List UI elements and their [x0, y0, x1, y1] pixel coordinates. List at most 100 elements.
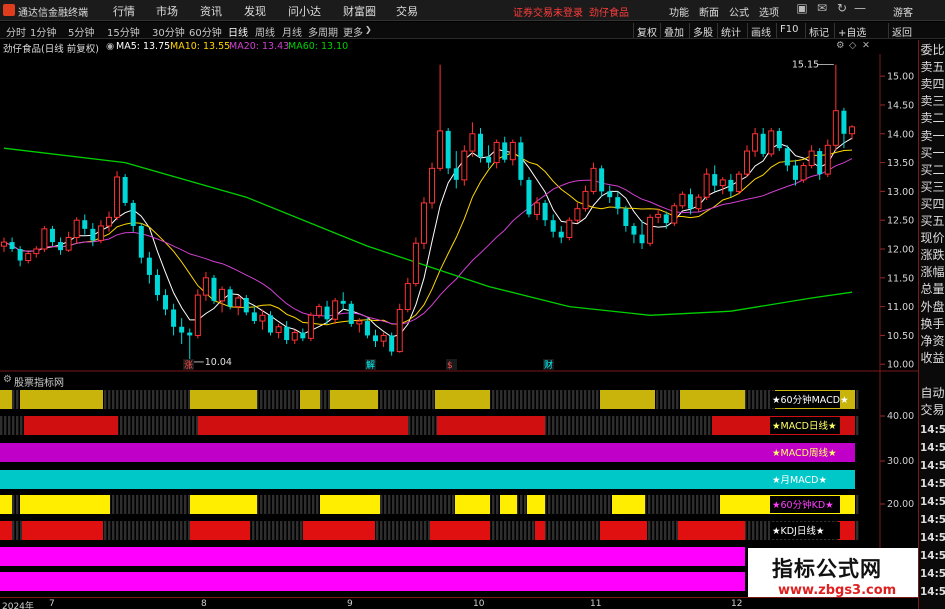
refresh-icon[interactable]: ↻ — [834, 1, 850, 18]
candle[interactable] — [792, 159, 798, 186]
ma-settings-icon[interactable]: ◉ — [106, 41, 114, 52]
menu-wealth[interactable]: 财富圈 — [343, 3, 376, 19]
tab-daily[interactable]: 日线 — [228, 24, 248, 39]
sidebar-item[interactable]: 卖三 — [920, 94, 945, 109]
sidebar-item[interactable]: 买二 — [920, 163, 945, 178]
candle[interactable] — [235, 295, 242, 316]
candle[interactable] — [332, 297, 339, 324]
candle[interactable] — [291, 329, 298, 345]
indicator-row[interactable] — [0, 572, 745, 591]
menu-trade[interactable]: 交易 — [396, 3, 418, 19]
menu-ask[interactable]: 问小达 — [288, 3, 321, 19]
sidebar-item[interactable]: 卖一 — [920, 129, 945, 144]
indicator-row[interactable]: ★60分钟MACD★ — [0, 390, 859, 409]
sidebar-item[interactable]: 买一 — [920, 146, 945, 161]
skin-icon[interactable]: ▣ — [794, 1, 810, 18]
menu-market-quotes[interactable]: 行情 — [113, 3, 135, 19]
menu-functions[interactable]: 功能 — [669, 4, 689, 19]
event-marker[interactable]: 解 — [366, 359, 375, 371]
candle[interactable] — [558, 225, 564, 244]
candle[interactable] — [808, 145, 815, 169]
menu-options[interactable]: 选项 — [759, 4, 779, 19]
candle[interactable] — [509, 139, 516, 166]
sidebar-item[interactable]: 现价 — [920, 231, 945, 246]
candle[interactable] — [373, 329, 379, 347]
candle[interactable] — [582, 185, 589, 212]
candle[interactable] — [599, 165, 605, 198]
candle[interactable] — [105, 211, 112, 232]
candles[interactable] — [0, 64, 856, 362]
sidebar-lower-item[interactable]: 自动 — [920, 386, 945, 401]
candle[interactable] — [114, 171, 121, 221]
sidebar-item[interactable]: 买三 — [920, 180, 945, 195]
candle[interactable] — [615, 191, 621, 215]
tab-60min[interactable]: 60分钟 — [189, 24, 222, 39]
menu-formula[interactable]: 公式 — [729, 4, 749, 19]
mark-button[interactable]: 标记 — [805, 23, 832, 39]
candle[interactable] — [848, 125, 856, 140]
candle[interactable] — [526, 176, 532, 218]
tab-monthly[interactable]: 月线 — [282, 24, 302, 39]
candle[interactable] — [90, 223, 96, 247]
candle[interactable] — [647, 214, 654, 247]
candle[interactable] — [219, 286, 226, 313]
draw-line-button[interactable]: 画线 — [747, 23, 774, 39]
candle[interactable] — [25, 251, 32, 264]
more-chevron-icon[interactable]: ❯ — [365, 25, 372, 34]
candle[interactable] — [33, 246, 40, 258]
candle[interactable] — [744, 145, 751, 177]
candle[interactable] — [82, 214, 88, 235]
minimize-button[interactable]: — — [852, 1, 868, 18]
indicator-row[interactable]: ★月MACD★ — [0, 470, 855, 489]
candle[interactable] — [340, 292, 346, 310]
candle[interactable] — [437, 64, 444, 172]
candle[interactable] — [300, 328, 306, 342]
candle[interactable] — [122, 174, 128, 206]
candle[interactable] — [211, 274, 217, 304]
candle[interactable] — [251, 306, 257, 324]
candle[interactable] — [703, 168, 710, 201]
candle[interactable] — [202, 272, 209, 301]
candle[interactable] — [380, 332, 387, 347]
sidebar-lower-item[interactable]: 交易 — [920, 403, 945, 418]
tab-15min[interactable]: 15分钟 — [107, 24, 140, 39]
trade-login-status[interactable]: 证券交易未登录 — [513, 4, 583, 19]
candle[interactable] — [41, 225, 48, 252]
back-button[interactable]: 返回 — [888, 23, 915, 39]
candle[interactable] — [776, 128, 782, 152]
indicator-row[interactable]: ★MACD周线★ — [0, 443, 855, 462]
sidebar-item[interactable]: 涨跌 — [920, 248, 945, 263]
candle[interactable] — [389, 332, 395, 356]
candle[interactable] — [695, 194, 702, 212]
candle[interactable] — [784, 145, 790, 172]
candle[interactable] — [17, 246, 23, 267]
sidebar-item[interactable]: 换手 — [920, 317, 945, 332]
chart-settings-icon[interactable]: ⚙ — [836, 40, 845, 51]
candle[interactable] — [73, 217, 80, 244]
candle[interactable] — [800, 162, 807, 183]
chart-pin-icon[interactable]: ◇ — [849, 40, 856, 51]
menu-news[interactable]: 资讯 — [200, 3, 222, 19]
multi-stock-button[interactable]: 多股 — [689, 23, 716, 39]
candle[interactable] — [58, 237, 64, 255]
candle[interactable] — [0, 237, 8, 252]
candle[interactable] — [631, 223, 637, 244]
candle[interactable] — [227, 286, 233, 310]
sidebar-item[interactable]: 净资 — [920, 334, 945, 349]
candle[interactable] — [679, 191, 686, 209]
candle[interactable] — [130, 200, 136, 232]
candle[interactable] — [243, 295, 249, 316]
candle[interactable] — [752, 128, 759, 157]
tab-5min[interactable]: 5分钟 — [68, 24, 94, 39]
candle[interactable] — [65, 231, 72, 252]
candle[interactable] — [429, 162, 436, 209]
candle[interactable] — [284, 321, 290, 345]
candle[interactable] — [760, 128, 766, 157]
candle[interactable] — [420, 197, 427, 250]
menu-snapshot[interactable]: 断面 — [699, 4, 719, 19]
statistics-button[interactable]: 统计 — [717, 23, 744, 39]
sidebar-item[interactable]: 涨幅 — [920, 265, 945, 280]
indicator-row[interactable]: ★60分钟KD★ — [0, 495, 859, 514]
event-marker[interactable]: 财 — [544, 359, 553, 371]
adjust-price-button[interactable]: 复权 — [633, 23, 660, 39]
